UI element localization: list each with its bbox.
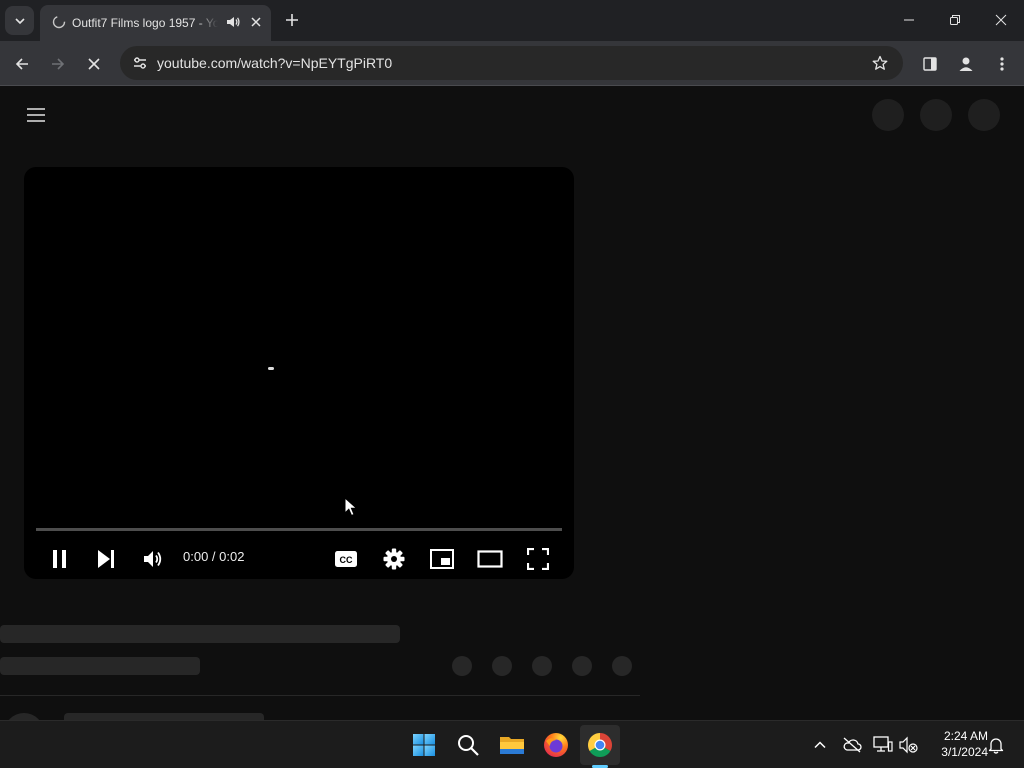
kebab-menu-icon <box>1000 57 1004 71</box>
minimize-icon <box>904 19 914 21</box>
tune-icon <box>134 57 146 69</box>
file-explorer-icon <box>500 737 524 754</box>
video-player[interactable]: 0:00 / 0:02 CC <box>24 167 574 579</box>
plus-icon[interactable] <box>282 10 302 30</box>
settings-button[interactable] <box>376 541 412 577</box>
close-icon <box>995 14 1007 26</box>
action-placeholder <box>572 656 592 676</box>
fullscreen-icon <box>527 548 549 570</box>
action-placeholder <box>492 656 512 676</box>
svg-text:CC: CC <box>340 555 353 565</box>
captions-icon: CC <box>335 551 357 567</box>
loading-globe-icon <box>52 15 66 29</box>
bell-icon <box>988 738 1004 754</box>
windows-taskbar: 2:24 AM 3/1/2024 <box>0 720 1024 768</box>
volume-icon <box>144 551 162 567</box>
search-icon <box>458 735 479 756</box>
forward-button[interactable] <box>44 50 72 78</box>
system-clock[interactable]: 2:24 AM 3/1/2024 <box>926 728 988 760</box>
time-display: 0:00 / 0:02 <box>183 549 245 564</box>
side-panel-icon <box>923 57 937 71</box>
next-button[interactable] <box>88 541 124 577</box>
clock-date: 3/1/2024 <box>941 745 988 759</box>
action-placeholder <box>452 656 472 676</box>
stop-icon <box>88 58 100 70</box>
loading-indicator <box>268 367 274 370</box>
url-text[interactable]: youtube.com/watch?v=NpEYTgPiRT0 <box>157 55 392 71</box>
captions-button[interactable]: CC <box>328 541 364 577</box>
profile-button[interactable] <box>952 50 980 78</box>
restore-icon <box>950 15 960 25</box>
notification-center-button[interactable] <box>984 733 1008 757</box>
pause-button[interactable] <box>42 541 78 577</box>
chevron-up-icon <box>814 741 826 749</box>
show-hidden-icons-button[interactable] <box>808 733 832 757</box>
header-placeholder <box>872 99 904 131</box>
network-icon <box>873 736 893 752</box>
person-icon <box>959 57 973 71</box>
stop-loading-button[interactable] <box>80 50 108 78</box>
network-button[interactable] <box>871 733 895 757</box>
search-button[interactable] <box>448 725 488 765</box>
next-icon <box>98 550 114 568</box>
speaker-icon[interactable] <box>225 14 241 30</box>
windows-start-icon <box>413 734 435 756</box>
pause-icon <box>53 550 66 568</box>
chrome-icon <box>588 733 612 757</box>
browser-toolbar: youtube.com/watch?v=NpEYTgPiRT0 <box>0 41 1024 86</box>
miniplayer-button[interactable] <box>424 541 460 577</box>
back-button[interactable] <box>8 50 36 78</box>
fullscreen-button[interactable] <box>520 541 556 577</box>
volume-tray-button[interactable] <box>897 733 921 757</box>
action-placeholder <box>532 656 552 676</box>
title-placeholder <box>0 625 400 643</box>
firefox-button[interactable] <box>536 725 576 765</box>
browser-menu-button[interactable] <box>988 50 1016 78</box>
channel-placeholder <box>0 657 200 675</box>
miniplayer-icon <box>430 549 454 569</box>
hamburger-menu-icon <box>27 108 45 122</box>
guide-menu-button[interactable] <box>20 99 52 131</box>
chrome-button[interactable] <box>580 725 620 765</box>
site-info-button[interactable] <box>126 49 154 77</box>
close-icon[interactable] <box>248 14 264 30</box>
tab-title: Outfit7 Films logo 1957 - YouTube <box>72 16 218 30</box>
settings-icon <box>383 548 405 570</box>
clock-time: 2:24 AM <box>943 729 988 743</box>
window-close-button[interactable] <box>978 0 1024 40</box>
tab-strip: Outfit7 Films logo 1957 - YouTube <box>0 0 1024 41</box>
star-outline-icon <box>872 55 888 70</box>
section-divider <box>0 695 640 696</box>
bookmark-button[interactable] <box>866 49 894 77</box>
onedrive-offline-icon <box>843 737 862 753</box>
start-button[interactable] <box>404 725 444 765</box>
volume-muted-icon <box>899 736 918 754</box>
theater-mode-button[interactable] <box>472 541 508 577</box>
chevron-down-icon <box>14 17 25 24</box>
header-placeholder <box>968 99 1000 131</box>
comment-placeholder <box>64 713 264 720</box>
mouse-pointer-icon <box>344 497 358 517</box>
tab-search-button[interactable] <box>5 6 34 35</box>
address-bar[interactable]: youtube.com/watch?v=NpEYTgPiRT0 <box>120 46 903 80</box>
arrow-left-icon <box>15 58 28 70</box>
youtube-watch-page: 0:00 / 0:02 CC <box>0 87 1024 720</box>
restore-button[interactable] <box>932 0 978 40</box>
minimize-button[interactable] <box>886 0 932 40</box>
header-placeholder <box>920 99 952 131</box>
volume-button[interactable] <box>135 541 171 577</box>
avatar-placeholder <box>4 713 44 720</box>
arrow-right-icon <box>52 58 65 70</box>
browser-tab-active[interactable]: Outfit7 Films logo 1957 - YouTube <box>40 5 271 41</box>
onedrive-button[interactable] <box>840 733 864 757</box>
file-explorer-button[interactable] <box>492 725 532 765</box>
progress-bar[interactable] <box>36 528 562 531</box>
side-panel-button[interactable] <box>916 50 944 78</box>
firefox-icon <box>544 733 568 757</box>
action-placeholder <box>612 656 632 676</box>
theater-mode-icon <box>477 550 503 568</box>
